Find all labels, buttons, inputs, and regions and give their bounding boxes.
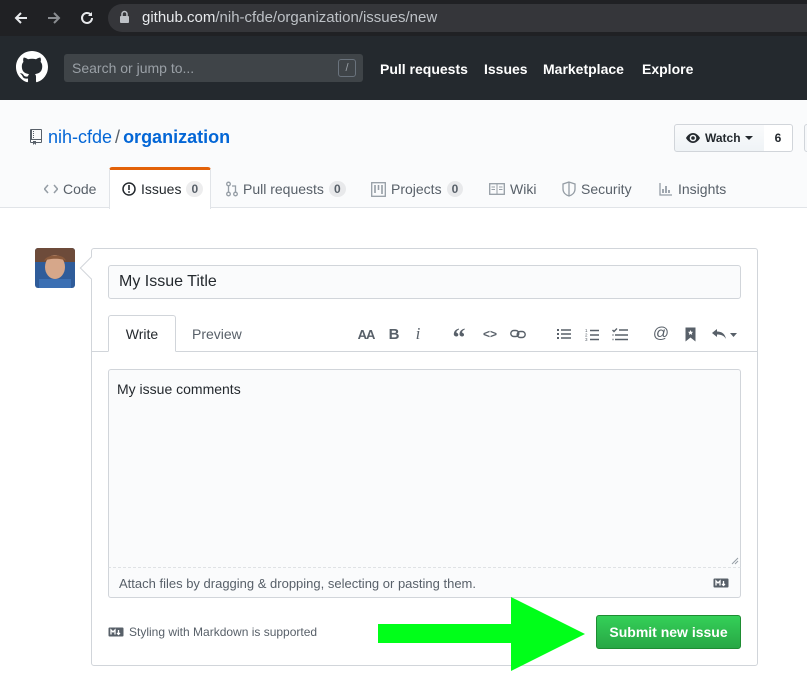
italic-button[interactable]: i bbox=[412, 324, 424, 343]
bullet-list-icon[interactable] bbox=[556, 325, 572, 343]
issue-comment-textarea[interactable]: My issue comments bbox=[108, 369, 741, 568]
quote-button[interactable]: “ bbox=[451, 325, 467, 351]
link-icon[interactable] bbox=[509, 325, 527, 343]
saved-reply-icon[interactable] bbox=[682, 325, 698, 343]
tab-label: Wiki bbox=[510, 181, 537, 197]
repo-separator: / bbox=[115, 127, 121, 147]
search-placeholder: Search or jump to... bbox=[72, 60, 195, 76]
repo-header: nih-cfde / organization Watch 6 Code Issue… bbox=[0, 100, 807, 209]
url-path: /nih-cfde/organization/issues/new bbox=[215, 9, 438, 26]
issue-title-input[interactable] bbox=[108, 265, 741, 299]
resize-handle-icon[interactable] bbox=[731, 557, 739, 565]
browser-toolbar: github.com/nih-cfde/organization/issues/… bbox=[0, 0, 807, 36]
tab-counter: 0 bbox=[186, 181, 204, 197]
annotation-arrow-icon bbox=[378, 597, 588, 671]
reply-dropdown-icon[interactable] bbox=[710, 325, 738, 343]
watch-label: Watch bbox=[705, 131, 741, 145]
tab-code[interactable]: Code bbox=[44, 181, 96, 197]
repo-name-link[interactable]: organization bbox=[123, 127, 230, 147]
lock-icon bbox=[119, 10, 130, 24]
tab-pull-requests[interactable]: Pull requests 0 bbox=[226, 181, 346, 197]
svg-text:3: 3 bbox=[585, 337, 588, 341]
tab-security[interactable]: Security bbox=[562, 181, 632, 197]
bold-button[interactable]: B bbox=[386, 325, 402, 343]
graph-icon bbox=[659, 182, 673, 196]
avatar[interactable] bbox=[35, 248, 75, 288]
tab-wiki[interactable]: Wiki bbox=[489, 181, 536, 197]
search-shortcut-key: / bbox=[338, 59, 356, 77]
watch-button[interactable]: Watch bbox=[674, 124, 765, 152]
search-input[interactable]: Search or jump to... / bbox=[64, 54, 363, 82]
markdown-support-note[interactable]: Styling with Markdown is supported bbox=[108, 625, 317, 639]
markdown-support-text: Styling with Markdown is supported bbox=[129, 625, 318, 639]
nav-issues[interactable]: Issues bbox=[484, 61, 528, 77]
eye-icon bbox=[685, 130, 701, 146]
tab-insights[interactable]: Insights bbox=[659, 181, 726, 197]
tab-label: Issues bbox=[141, 181, 182, 197]
tab-projects[interactable]: Projects 0 bbox=[371, 181, 464, 197]
address-bar-url: github.com/nih-cfde/organization/issues/… bbox=[142, 9, 437, 26]
tab-label: Insights bbox=[678, 181, 727, 197]
repo-icon bbox=[30, 129, 42, 145]
repo-owner-link[interactable]: nih-cfde bbox=[48, 127, 112, 147]
tab-label: Security bbox=[581, 181, 632, 197]
tab-write[interactable]: Write bbox=[108, 315, 176, 352]
tab-label: Pull requests bbox=[243, 181, 324, 197]
tab-label: Projects bbox=[391, 181, 442, 197]
nav-explore[interactable]: Explore bbox=[642, 61, 693, 77]
mention-button[interactable]: @ bbox=[652, 325, 670, 343]
file-attach-hint: Attach files by dragging & dropping, sel… bbox=[119, 576, 476, 591]
numbered-list-icon[interactable]: 123 bbox=[584, 325, 600, 343]
markdown-icon bbox=[713, 578, 729, 588]
code-button[interactable]: <> bbox=[481, 325, 499, 343]
task-list-icon[interactable] bbox=[611, 325, 629, 343]
header-text-button[interactable]: AA bbox=[356, 325, 376, 343]
shield-icon bbox=[562, 181, 576, 197]
nav-marketplace[interactable]: Marketplace bbox=[543, 61, 624, 77]
issue-icon bbox=[122, 182, 136, 196]
book-icon bbox=[489, 183, 505, 195]
github-logo-icon[interactable] bbox=[16, 51, 48, 83]
submit-new-issue-button[interactable]: Submit new issue bbox=[596, 615, 741, 649]
repo-title: nih-cfde / organization bbox=[48, 127, 230, 148]
reload-icon[interactable] bbox=[77, 8, 97, 28]
tab-preview[interactable]: Preview bbox=[192, 326, 242, 342]
project-icon bbox=[371, 181, 386, 197]
tab-counter: 0 bbox=[446, 181, 464, 197]
nav-pull-requests[interactable]: Pull requests bbox=[380, 61, 468, 77]
pull-request-icon bbox=[226, 181, 238, 197]
forward-arrow-icon[interactable] bbox=[44, 8, 64, 28]
chevron-down-icon bbox=[744, 136, 753, 140]
editor-tab-divider bbox=[92, 351, 757, 352]
markdown-icon bbox=[108, 627, 124, 637]
url-host: github.com bbox=[142, 9, 216, 26]
github-header: Search or jump to... / Pull requests Iss… bbox=[0, 36, 807, 100]
tab-counter: 0 bbox=[328, 181, 346, 197]
tab-issues[interactable]: Issues 0 bbox=[122, 181, 204, 197]
watch-count[interactable]: 6 bbox=[764, 124, 793, 152]
back-arrow-icon[interactable] bbox=[11, 8, 31, 28]
code-icon bbox=[44, 183, 58, 195]
tab-label: Code bbox=[63, 181, 97, 197]
